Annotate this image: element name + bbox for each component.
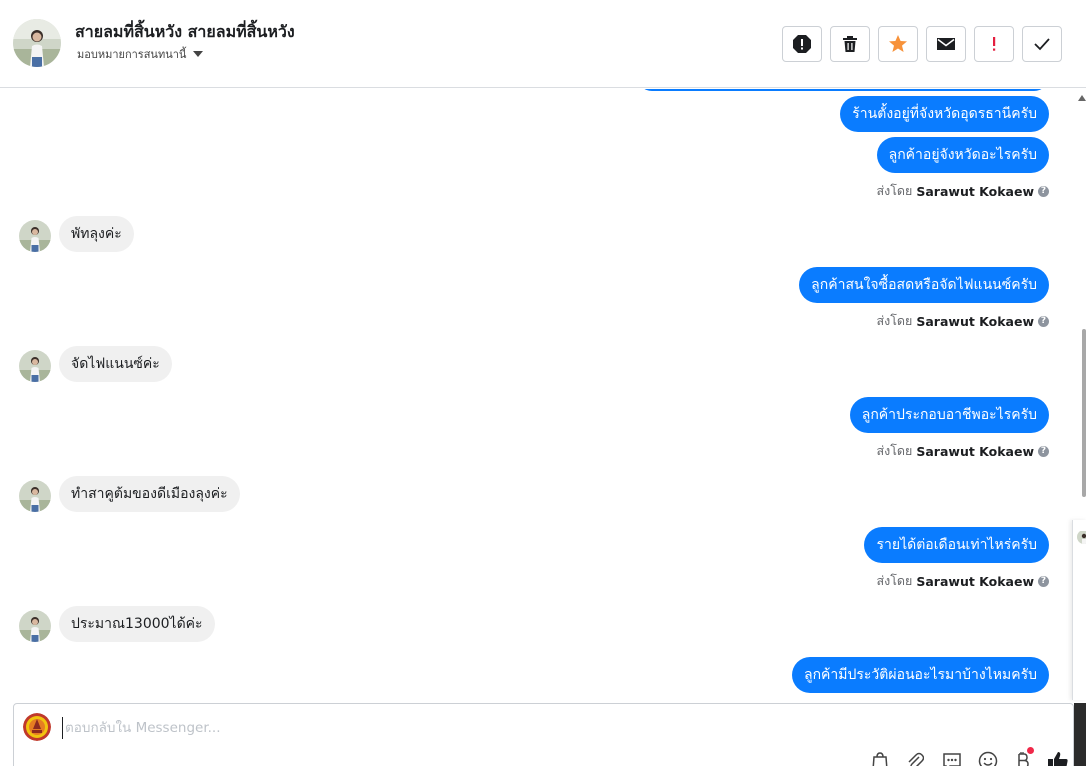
star-button[interactable] [878,26,918,62]
reply-input[interactable] [62,717,965,739]
emoji-button[interactable] [977,751,999,766]
like-button[interactable] [1047,751,1069,766]
page-avatar [23,713,51,741]
emoji-icon [978,751,998,766]
incoming-message: พัทลุงค่ะ [59,216,134,252]
conversation-header: สายลมที่สิ้นหวัง สายลมที่สิ้นหวัง มอบหมา… [0,0,1086,88]
outgoing-message: ลูกค้าอยู่จังหวัดอะไรครับ [876,137,1049,173]
like-icon [1048,752,1068,766]
outgoing-message: ลูกค้าสนใจซื้อสดหรือจัดไฟแนนซ์ครับ [799,267,1049,303]
sent-by-prefix: ส่งโดย [876,313,913,328]
follow-up-button[interactable] [974,26,1014,62]
question-icon[interactable]: ? [1038,315,1049,327]
mark-done-button[interactable] [1022,26,1062,62]
outgoing-message: ลูกค้ามีประวัติผ่อนอะไรมาบ้างไหมครับ [791,657,1049,693]
contact-avatar-small [19,220,51,252]
sent-by-prefix: ส่งโดย [876,573,913,588]
side-panel-avatar [1077,530,1086,544]
sender-name: Sarawut Kokaew [916,313,1034,329]
message-thread[interactable]: ร้านตั้งอยู่ที่จังหวัดอุดรธานีครับ ลูกค้… [0,89,1072,699]
scroll-up-arrow-icon[interactable] [1078,95,1086,101]
contact-avatar-small [19,350,51,382]
side-panel-edge [1072,520,1086,700]
contact-avatar[interactable] [13,19,61,67]
bag-button[interactable] [869,751,891,766]
sender-name: Sarawut Kokaew [916,573,1034,589]
sent-by-label: ส่งโดย Sarawut Kokaew ? [876,181,1049,201]
assign-label: มอบหมายการสนทนานี้ [77,48,187,61]
sender-name: Sarawut Kokaew [916,183,1034,199]
payments-button[interactable] [1012,747,1034,766]
notification-dot [1027,747,1034,754]
incoming-message: ทำสาคูต้มของดีเมืองลุงค่ะ [59,476,240,512]
contact-name[interactable]: สายลมที่สิ้นหวัง สายลมที่สิ้นหวัง [75,20,295,45]
question-icon[interactable]: ? [1038,445,1049,457]
sent-by-prefix: ส่งโดย [876,183,913,198]
messenger-inbox: สายลมที่สิ้นหวัง สายลมที่สิ้นหวัง มอบหมา… [0,0,1086,766]
attach-button[interactable] [904,751,926,766]
bag-icon [872,752,888,766]
follow-up-icon [993,37,996,51]
contact-avatar-small [19,480,51,512]
star-icon [889,35,907,52]
paperclip-icon [908,752,924,766]
saved-reply-icon [943,753,961,766]
sender-name: Sarawut Kokaew [916,443,1034,459]
saved-replies-button[interactable] [941,751,963,766]
assign-conversation-dropdown[interactable]: มอบหมายการสนทนานี้ [77,45,204,63]
side-dark-strip [1074,703,1086,766]
trash-icon [843,36,857,52]
incoming-message: จัดไฟแนนซ์ค่ะ [59,346,172,382]
delete-button[interactable] [830,26,870,62]
outgoing-message: รายได้ต่อเดือนเท่าไหร่ครับ [864,527,1049,563]
question-icon[interactable]: ? [1038,185,1049,197]
question-icon[interactable]: ? [1038,575,1049,587]
caret-down-icon [193,51,204,57]
outgoing-message-clipped [637,89,1049,91]
spam-icon [793,35,811,53]
sent-by-label: ส่งโดย Sarawut Kokaew ? [876,311,1049,331]
scroll-thumb[interactable] [1082,329,1086,497]
sent-by-label: ส่งโดย Sarawut Kokaew ? [876,571,1049,591]
sent-by-label: ส่งโดย Sarawut Kokaew ? [876,441,1049,461]
incoming-message: ประมาณ13000ได้ค่ะ [59,606,215,642]
contact-avatar-small [19,610,51,642]
envelope-icon [937,38,955,50]
reply-composer [13,703,1074,766]
sent-by-prefix: ส่งโดย [876,443,913,458]
mark-spam-button[interactable] [782,26,822,62]
outgoing-message: ลูกค้าประกอบอาชีพอะไรครับ [849,397,1049,433]
check-icon [1034,38,1050,51]
mark-unread-button[interactable] [926,26,966,62]
outgoing-message: ร้านตั้งอยู่ที่จังหวัดอุดรธานีครับ [840,96,1049,132]
